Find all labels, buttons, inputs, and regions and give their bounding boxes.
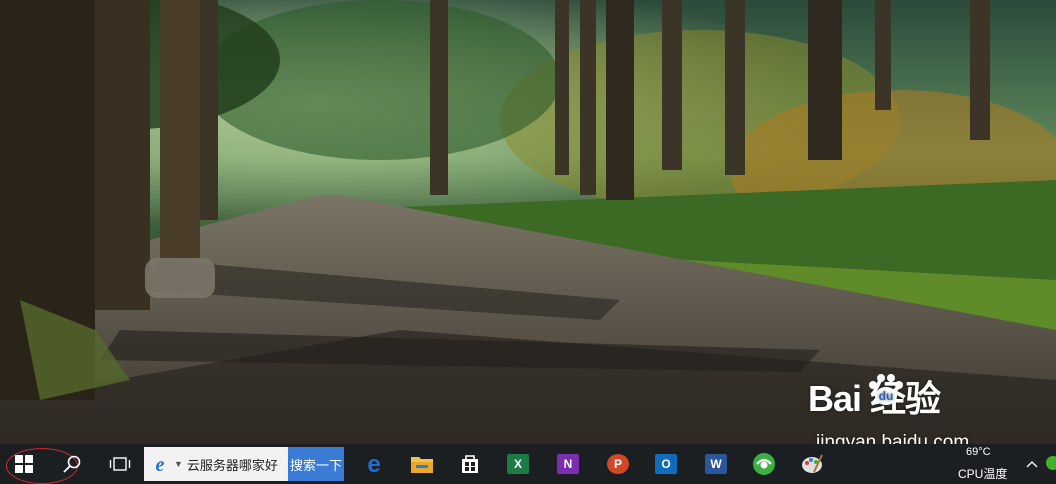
- svg-text:du: du: [879, 389, 894, 403]
- powerpoint-app-button[interactable]: P: [602, 448, 634, 480]
- search-button[interactable]: [48, 444, 96, 484]
- file-explorer-app-button[interactable]: [406, 448, 438, 480]
- paint-app-button[interactable]: [796, 448, 828, 480]
- cpu-temperature-label: CPU温度: [958, 467, 1008, 481]
- outlook-icon: O: [655, 454, 677, 474]
- word-icon: W: [705, 454, 727, 474]
- store-icon: [462, 455, 478, 473]
- edge-icon: e: [367, 452, 380, 476]
- task-view-button[interactable]: [96, 444, 144, 484]
- web-search-box[interactable]: e ▼ 云服务器哪家好 搜索一下: [144, 447, 344, 481]
- svg-text:e: e: [367, 452, 380, 476]
- powerpoint-icon: P: [607, 454, 629, 474]
- chevron-up-icon: [1026, 461, 1038, 468]
- search-go-button[interactable]: 搜索一下: [288, 447, 344, 481]
- show-hidden-icons-button[interactable]: [1024, 454, 1040, 474]
- windows-logo-icon: [15, 455, 33, 473]
- paint-palette-icon: [802, 454, 823, 473]
- excel-icon: X: [507, 454, 529, 474]
- onenote-app-button[interactable]: N: [552, 448, 584, 480]
- dropdown-arrow-icon[interactable]: ▼: [174, 459, 183, 469]
- outlook-app-button[interactable]: O: [650, 448, 682, 480]
- cpu-temperature-widget[interactable]: 69°C CPU温度: [950, 444, 1020, 484]
- ie-icon: e: [148, 454, 172, 474]
- tray-status-icon[interactable]: [1046, 456, 1056, 470]
- svg-text:e: e: [156, 454, 165, 474]
- 360-browser-app-button[interactable]: [748, 448, 780, 480]
- folder-icon: [411, 457, 433, 473]
- task-view-icon: [109, 457, 131, 471]
- search-icon: [63, 455, 81, 473]
- 360-browser-icon: [753, 453, 775, 475]
- store-app-button[interactable]: [454, 448, 486, 480]
- word-app-button[interactable]: W: [700, 448, 732, 480]
- excel-app-button[interactable]: X: [502, 448, 534, 480]
- start-button[interactable]: [0, 444, 48, 484]
- search-input[interactable]: 云服务器哪家好: [187, 455, 288, 474]
- taskbar: e ▼ 云服务器哪家好 搜索一下 e X N P O W 69°C CPU温度: [0, 444, 1056, 484]
- edge-app-button[interactable]: e: [358, 448, 390, 480]
- onenote-icon: N: [557, 454, 579, 474]
- paw-icon: du: [869, 374, 903, 405]
- cpu-temperature-value: 69°C: [966, 446, 991, 458]
